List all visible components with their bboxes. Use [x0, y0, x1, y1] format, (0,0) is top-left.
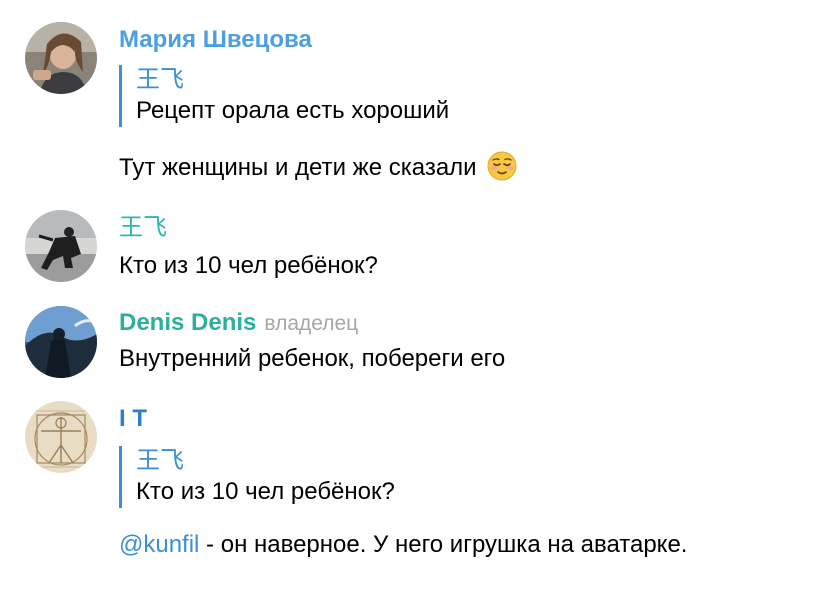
message-text: Кто из 10 чел ребёнок? [119, 252, 378, 279]
message-text: Тут женщины и дети же сказали [119, 151, 517, 184]
avatar-it[interactable] [25, 401, 97, 473]
reply-text: Кто из 10 чел ребёнок? [136, 478, 395, 505]
message-text-content: Тут женщины и дети же сказали [119, 154, 477, 181]
reply-author: 王飞 [136, 447, 184, 474]
sender-name[interactable]: I T [119, 404, 147, 434]
relieved-face-icon [487, 151, 517, 181]
avatar-denis[interactable] [25, 306, 97, 378]
reply-quote[interactable]: 王飞 Кто из 10 чел ребёнок? [119, 446, 395, 508]
mention-link[interactable]: @kunfil [119, 531, 199, 558]
message-text-content: - он наверное. У него игрушка на аватарк… [199, 531, 688, 558]
message-text: @kunfil - он наверное. У него игрушка на… [119, 529, 687, 561]
reply-author: 王飞 [136, 66, 184, 93]
reply-quote[interactable]: 王飞 Рецепт орала есть хороший [119, 65, 449, 127]
avatar-photo-icon [25, 210, 97, 282]
sender-name[interactable]: 王飞 [119, 213, 167, 243]
sender-name[interactable]: Denis Denis владелец [119, 308, 358, 339]
role-badge: владелец [264, 312, 359, 335]
avatar-wang[interactable] [25, 210, 97, 282]
sender-name-text[interactable]: Denis Denis [119, 309, 256, 336]
message-text: Внутренний ребенок, побереги его [119, 345, 506, 372]
sender-name[interactable]: Мария Швецова [119, 25, 312, 55]
avatar-photo-icon [25, 22, 97, 94]
reply-text: Рецепт орала есть хороший [136, 97, 450, 124]
avatar-photo-icon [25, 401, 97, 473]
avatar-maria[interactable] [25, 22, 97, 94]
avatar-photo-icon [25, 306, 97, 378]
